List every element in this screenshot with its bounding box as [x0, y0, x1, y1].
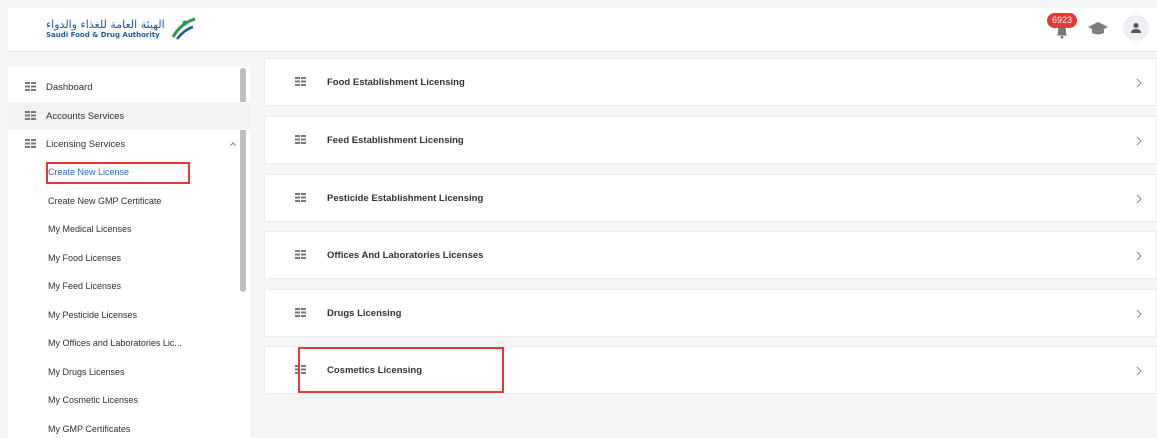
highlight-box [298, 347, 504, 393]
grid-icon [25, 82, 36, 91]
grid-icon [295, 77, 306, 86]
card-label: Offices And Laboratories Licenses [327, 249, 484, 261]
grid-icon [295, 250, 306, 259]
notification-count-badge: 6923 [1047, 13, 1078, 28]
highlight-box [46, 162, 190, 184]
graduation-cap-icon[interactable] [1087, 20, 1109, 36]
logo-arabic-text: الهيئة العامة للغذاء والدواء [46, 18, 165, 31]
chevron-right-icon [1136, 251, 1142, 261]
sidebar-item-label: Accounts Services [46, 110, 125, 122]
user-avatar-button[interactable] [1123, 15, 1149, 41]
grid-icon [295, 135, 306, 144]
sidebar-sub-item-my-pesticide-licenses[interactable]: My Pesticide Licenses [8, 301, 250, 330]
chevron-right-icon [1136, 194, 1142, 204]
grid-icon [295, 193, 306, 202]
sidebar-sub-item-my-cosmetic-licenses[interactable]: My Cosmetic Licenses [8, 386, 250, 415]
logo-english-text: Saudi Food & Drug Authority [46, 31, 160, 39]
grid-icon [295, 308, 306, 317]
sidebar: Dashboard Accounts Services Licensing Se… [8, 66, 250, 438]
chevron-right-icon [1136, 366, 1142, 376]
sfda-logo[interactable]: الهيئة العامة للغذاء والدواء Saudi Food … [46, 17, 197, 41]
sidebar-sub-item-label: My Food Licenses [48, 252, 122, 263]
sidebar-sub-item-label: My Cosmetic Licenses [48, 395, 139, 406]
sidebar-item-label: Dashboard [46, 82, 93, 93]
sidebar-sub-item-my-offices-labs-licenses[interactable]: My Offices and Laboratories Lic... [8, 329, 250, 358]
card-pesticide-establishment-licensing[interactable]: Pesticide Establishment Licensing [264, 174, 1157, 222]
grid-icon [25, 111, 36, 120]
notifications-button[interactable]: 6923 [1047, 13, 1078, 43]
sidebar-sub-item-label: My GMP Certificates [48, 423, 131, 434]
card-label: Food Establishment Licensing [327, 76, 465, 88]
sidebar-sub-item-my-drugs-licenses[interactable]: My Drugs Licenses [8, 358, 250, 387]
sidebar-sub-item-label: My Drugs Licenses [48, 366, 125, 377]
sidebar-item-licensing-services[interactable]: Licensing Services [8, 130, 250, 158]
chevron-up-icon[interactable] [230, 142, 236, 146]
card-label: Feed Establishment Licensing [327, 134, 464, 146]
chevron-right-icon [1136, 78, 1142, 88]
sidebar-sub-item-label: My Feed Licenses [48, 281, 122, 292]
sidebar-item-label: Licensing Services [46, 138, 126, 150]
sidebar-sub-item-my-gmp-certificates[interactable]: My GMP Certificates [8, 415, 250, 438]
user-icon [1131, 23, 1141, 33]
sfda-logo-mark-icon [171, 17, 196, 40]
card-feed-establishment-licensing[interactable]: Feed Establishment Licensing [264, 116, 1157, 164]
sidebar-sub-item-label: Create New GMP Certificate [48, 195, 162, 206]
sidebar-sub-item-label: My Offices and Laboratories Lic... [48, 338, 182, 349]
card-label: Pesticide Establishment Licensing [327, 192, 484, 204]
sidebar-sub-item-my-medical-licenses[interactable]: My Medical Licenses [8, 215, 250, 244]
card-offices-laboratories-licenses[interactable]: Offices And Laboratories Licenses [264, 231, 1157, 279]
chevron-right-icon [1136, 136, 1142, 146]
card-label: Drugs Licensing [327, 307, 402, 319]
sidebar-item-dashboard[interactable]: Dashboard [8, 73, 250, 102]
sidebar-sub-item-create-gmp-certificate[interactable]: Create New GMP Certificate [8, 187, 250, 216]
sidebar-sub-item-my-food-licenses[interactable]: My Food Licenses [8, 244, 250, 273]
sidebar-sub-item-label: My Pesticide Licenses [48, 309, 138, 320]
sidebar-sub-item-my-feed-licenses[interactable]: My Feed Licenses [8, 272, 250, 301]
card-drugs-licensing[interactable]: Drugs Licensing [264, 289, 1157, 337]
card-food-establishment-licensing[interactable]: Food Establishment Licensing [264, 58, 1157, 106]
sidebar-sub-item-label: My Medical Licenses [48, 224, 132, 235]
grid-icon [25, 139, 36, 148]
chevron-right-icon [1136, 309, 1142, 319]
sidebar-item-accounts-services[interactable]: Accounts Services [8, 102, 250, 130]
top-header: الهيئة العامة للغذاء والدواء Saudi Food … [8, 8, 1157, 52]
